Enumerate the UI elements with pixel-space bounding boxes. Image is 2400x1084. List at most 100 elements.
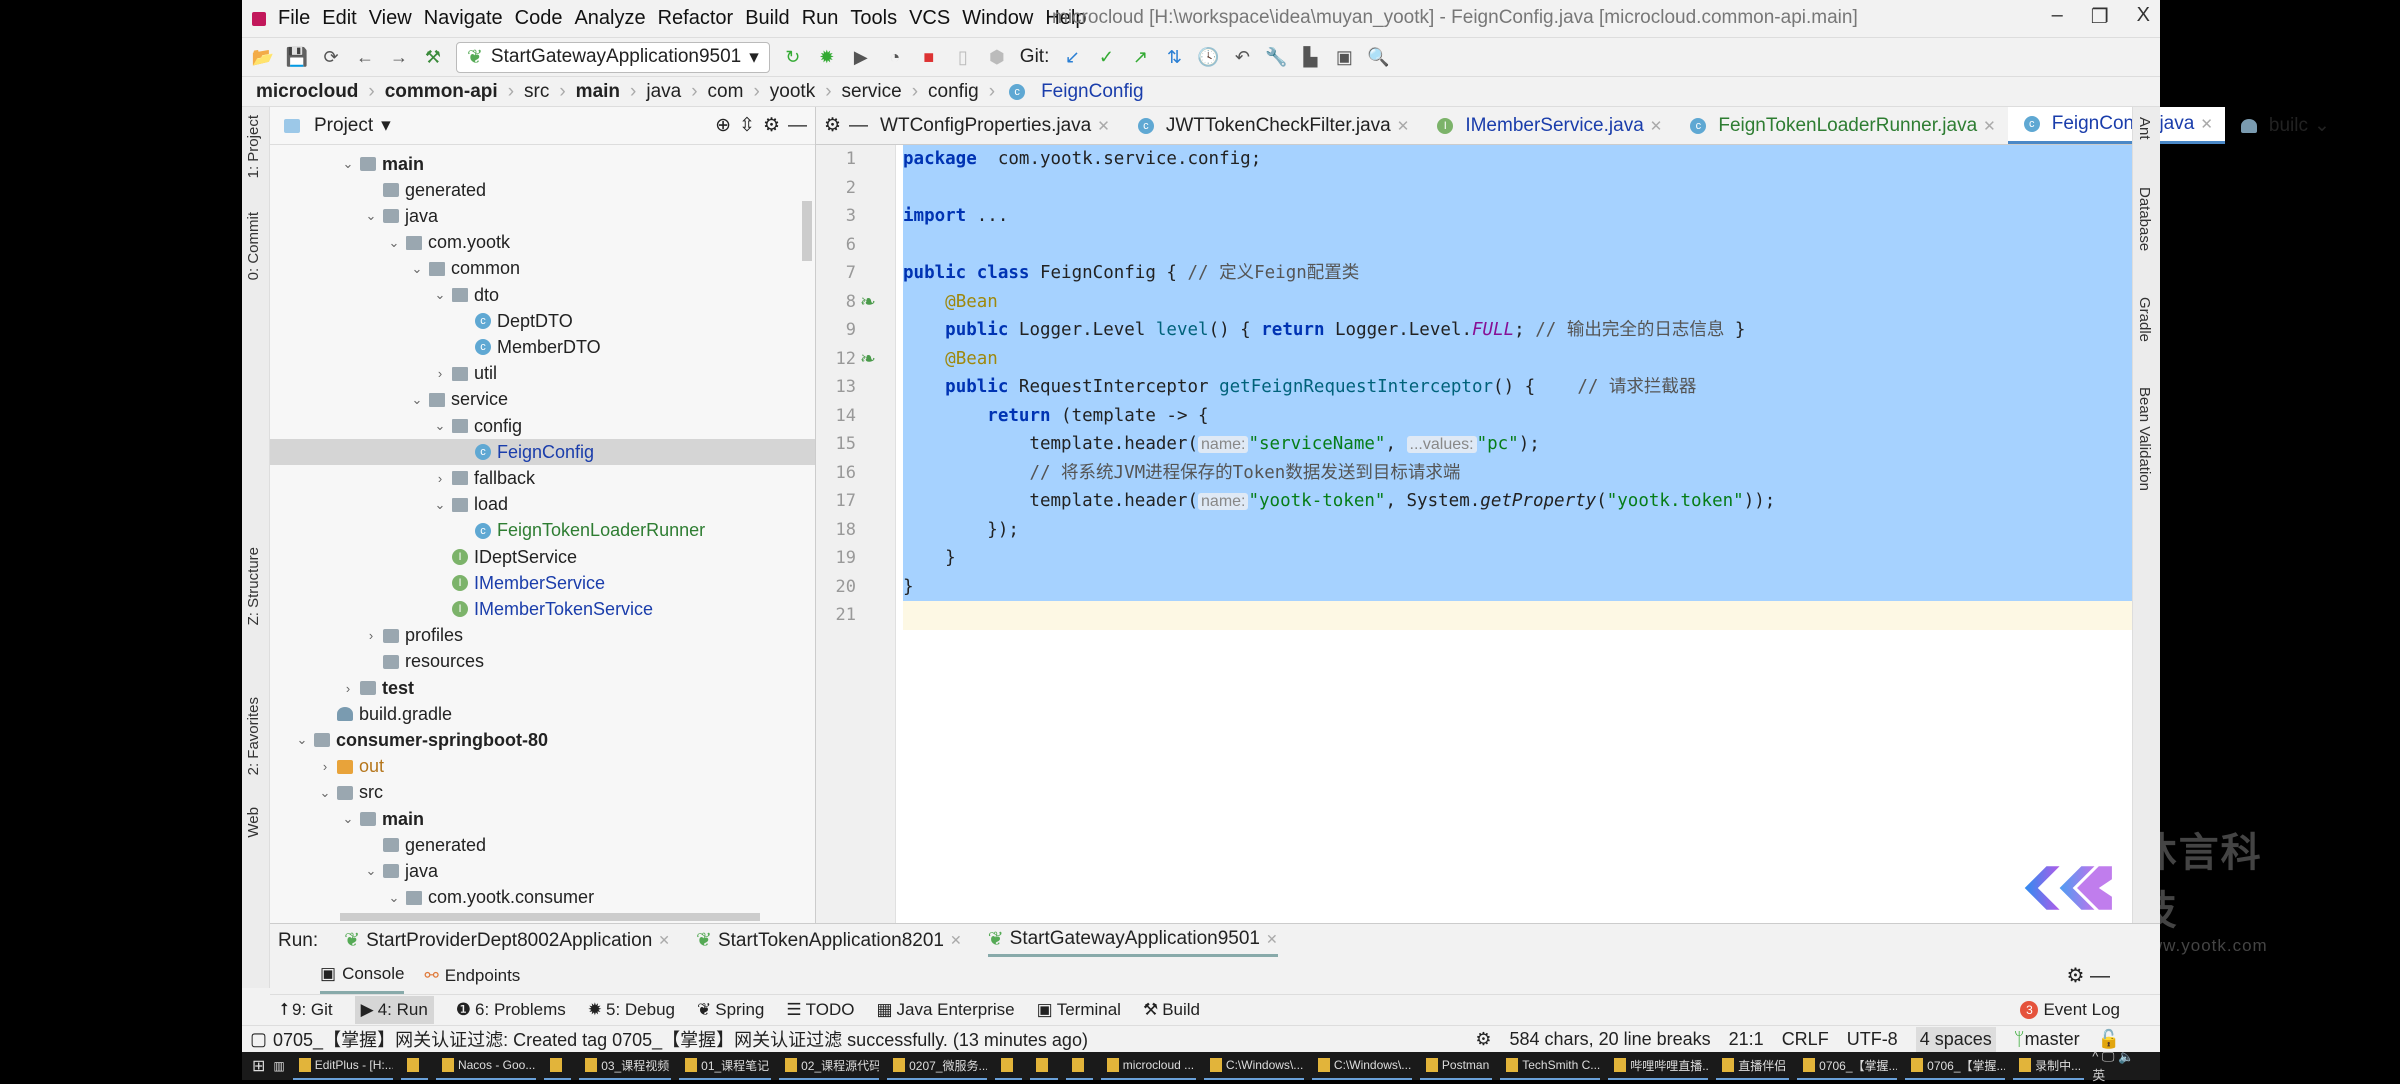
chevron-right-icon[interactable]: › [317, 759, 333, 774]
tree-item[interactable]: ⌄ java [270, 203, 815, 229]
code-line[interactable]: template.header(name: "serviceName", ...v… [903, 430, 2132, 459]
close-tab-icon[interactable]: ✕ [658, 932, 670, 949]
menu-vcs[interactable]: VCS [909, 7, 950, 30]
run-config-select[interactable]: ❦ StartGatewayApplication9501 ▾ [456, 41, 770, 73]
inspector-icon[interactable]: ⚙ [1475, 1029, 1491, 1050]
tree-item[interactable]: ⌄ src [270, 780, 815, 806]
taskbar-item[interactable] [400, 1052, 428, 1080]
git-merge-icon[interactable]: ⇅ [1163, 46, 1185, 68]
tool-stripe-1[interactable]: 0: Commit [245, 212, 262, 280]
menu-tools[interactable]: Tools [850, 7, 897, 30]
hide-icon[interactable]: — [788, 115, 807, 137]
debug-icon[interactable]: ✹ [816, 46, 838, 68]
breadcrumb-item[interactable]: yootk [770, 81, 815, 103]
back-icon[interactable]: ← [354, 46, 376, 68]
chevron-down-icon[interactable]: ⌄ [340, 156, 356, 172]
tree-item[interactable]: I IMemberService [270, 570, 815, 596]
taskbar-item[interactable]: 录制中... [2013, 1052, 2085, 1080]
tree-item[interactable]: c FeignTokenLoaderRunner [270, 518, 815, 544]
tree-item[interactable]: ⌄ load [270, 492, 815, 518]
editor-tab[interactable]: c JWTTokenCheckFilter.java ✕ [1122, 107, 1421, 144]
code-line[interactable] [903, 601, 2132, 630]
close-tab-icon[interactable]: ✕ [2200, 115, 2213, 133]
tool-window-terminal[interactable]: ▣ Terminal [1037, 1000, 1121, 1020]
tree-item[interactable]: I IDeptService [270, 544, 815, 570]
close-tab-icon[interactable]: ✕ [1983, 117, 1996, 135]
breadcrumb-item[interactable]: src [524, 81, 549, 103]
line-separator[interactable]: CRLF [1782, 1029, 1829, 1050]
tool-window-run[interactable]: ▶ 4: Run [354, 996, 434, 1024]
lock-icon[interactable]: 🔓 [2098, 1029, 2120, 1050]
task-view-icon[interactable]: ▥ [273, 1059, 284, 1073]
chevron-down-icon[interactable]: ⌄ [386, 890, 402, 906]
status-message[interactable]: 0705_【掌握】网关认证过滤: Created tag 0705_【掌握】网关… [273, 1026, 1088, 1052]
code-line[interactable]: public class FeignConfig { // 定义Feign配置类 [903, 259, 2132, 288]
tool-window-debug[interactable]: ✹ 5: Debug [588, 1000, 675, 1020]
tool-window-problems[interactable]: ❶ 6: Problems [456, 1000, 566, 1020]
tool-stripe-right-2[interactable]: Gradle [2136, 297, 2153, 342]
taskbar-item[interactable]: C:\Windows\... [1311, 1052, 1412, 1080]
tree-item[interactable]: c DeptDTO [270, 308, 815, 334]
breadcrumb-item[interactable]: com [708, 81, 744, 103]
collapse-icon[interactable]: ⇳ [739, 114, 755, 137]
code-line[interactable]: package com.yootk.service.config; [903, 145, 2132, 174]
taskbar-item[interactable]: 03_课程视频 [579, 1052, 672, 1080]
chevron-right-icon[interactable]: › [432, 366, 448, 381]
system-tray[interactable]: ^ 🖵 🔈 英 [2092, 1049, 2160, 1084]
editor-tab[interactable]: c FeignTokenLoaderRunner.java ✕ [1674, 107, 2007, 144]
taskbar-item[interactable]: EditPlus - [H:... [292, 1052, 393, 1080]
tree-item[interactable]: c FeignConfig [270, 439, 815, 466]
chevron-down-icon[interactable]: ⌄ [386, 235, 402, 251]
tool-stripe-2[interactable]: Z: Structure [245, 547, 262, 625]
breadcrumb-item[interactable]: main [576, 81, 620, 103]
horizontal-scrollbar[interactable] [340, 913, 760, 921]
tree-item[interactable]: I IMemberTokenService [270, 596, 815, 622]
breadcrumb-item[interactable]: java [646, 81, 681, 103]
code-line[interactable] [903, 230, 2132, 259]
tree-item[interactable]: › util [270, 361, 815, 387]
taskbar-item[interactable]: Nacos - Goo... [435, 1052, 536, 1080]
rerun-icon[interactable]: ↻ [782, 46, 804, 68]
breadcrumb-item[interactable]: common-api [385, 81, 498, 103]
stop-icon[interactable]: ■ [918, 46, 940, 68]
menu-analyze[interactable]: Analyze [574, 7, 645, 30]
coverage-icon[interactable]: ▶ [850, 46, 872, 68]
gear-icon[interactable]: ⚙ — [2067, 963, 2111, 988]
menu-navigate[interactable]: Navigate [424, 7, 503, 30]
menu-view[interactable]: View [369, 7, 412, 30]
git-branch[interactable]: ᛘmaster [2014, 1029, 2080, 1050]
tool-stripe-right-1[interactable]: Database [2136, 187, 2153, 251]
run-tab[interactable]: ❦ StartProviderDept8002Application ✕ [344, 924, 670, 957]
minimize-button[interactable]: – [2052, 4, 2063, 29]
menu-build[interactable]: Build [745, 7, 789, 30]
close-tab-icon[interactable]: ✕ [1650, 117, 1663, 135]
chevron-down-icon[interactable]: ⌄ [432, 418, 448, 434]
tree-item[interactable]: ⌄ com.yootk.consumer [270, 885, 815, 911]
breadcrumb-item[interactable]: microcloud [256, 81, 358, 103]
tree-item[interactable]: ⌄ dto [270, 282, 815, 308]
code-line[interactable]: public RequestInterceptor getFeignReques… [903, 373, 2132, 402]
editor-tab[interactable]: I IMemberService.java ✕ [1421, 107, 1674, 144]
device-icon[interactable]: ▯ [952, 46, 974, 68]
taskbar-item[interactable]: 直播伴侣 [1716, 1052, 1790, 1080]
chevron-down-icon[interactable]: ⌄ [363, 208, 379, 224]
code-line[interactable]: import ... [903, 202, 2132, 231]
taskbar-item[interactable]: TechSmith C... [1500, 1052, 1601, 1080]
code-line[interactable]: } [903, 544, 2132, 573]
chevron-down-icon[interactable]: ⌄ [432, 287, 448, 303]
tree-item[interactable]: ⌄ consumer-springboot-80 [270, 727, 815, 753]
code-line[interactable]: public Logger.Level level() { return Log… [903, 316, 2132, 345]
hide-icon[interactable]: — [849, 115, 868, 137]
event-log-button[interactable]: 3 Event Log [2020, 1000, 2120, 1020]
tree-item[interactable]: ⌄ service [270, 387, 815, 413]
taskbar-item[interactable]: 02_课程源代码 [779, 1052, 880, 1080]
tree-item[interactable]: resources [270, 649, 815, 675]
code-line[interactable]: // 将系统JVM进程保存的Token数据发送到目标请求端 [903, 458, 2132, 487]
taskbar-item[interactable]: microcloud ... [1100, 1052, 1196, 1080]
tree-item[interactable]: ⌄ common [270, 256, 815, 282]
save-icon[interactable]: 💾 [286, 46, 308, 68]
tool-window-build[interactable]: ⚒ Build [1143, 1000, 1200, 1020]
editor-tab[interactable]: builc ⌄ [2225, 107, 2342, 144]
tree-item[interactable]: c MemberDTO [270, 334, 815, 360]
search-icon[interactable]: 🔍 [1367, 46, 1389, 68]
